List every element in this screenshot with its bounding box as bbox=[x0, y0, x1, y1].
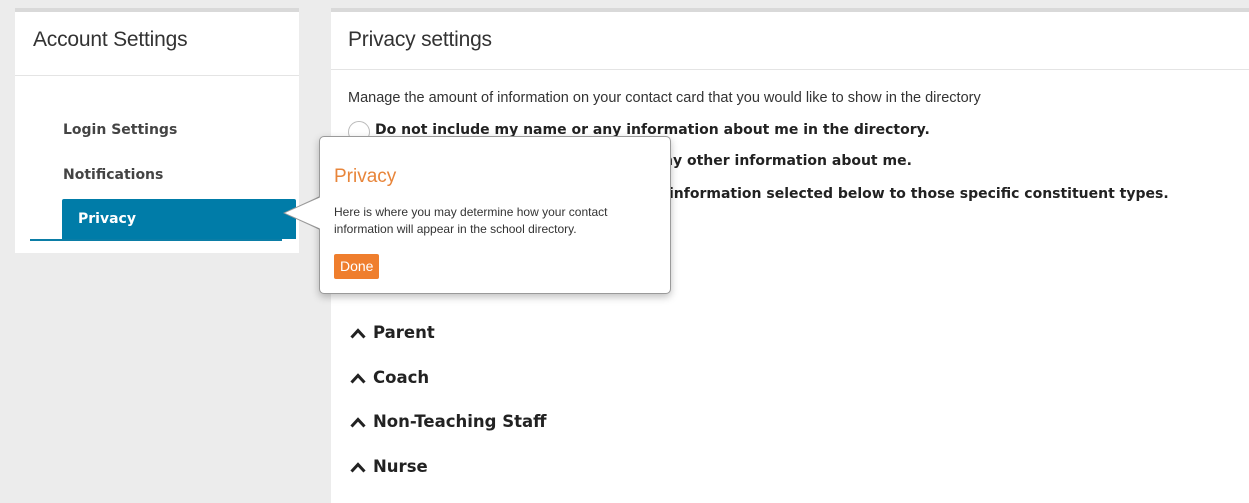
account-settings-sidebar: Account Settings Login Settings Notifica… bbox=[15, 8, 299, 253]
section-toggle-coach[interactable]: Coach bbox=[350, 368, 429, 387]
done-button[interactable]: Done bbox=[334, 254, 380, 279]
sidebar-item-login-settings[interactable]: Login Settings bbox=[63, 122, 177, 138]
chevron-up-icon bbox=[350, 416, 366, 428]
chevron-up-icon bbox=[350, 461, 366, 473]
section-label-non-teaching-staff: Non-Teaching Staff bbox=[373, 412, 547, 431]
chevron-up-icon bbox=[350, 327, 366, 339]
popover-body: Here is where you may determine how your… bbox=[334, 205, 608, 236]
privacy-tour-popover: Privacy Here is where you may determine … bbox=[319, 136, 671, 294]
section-label-coach: Coach bbox=[373, 368, 430, 387]
section-label-nurse: Nurse bbox=[373, 457, 428, 476]
section-toggle-parent[interactable]: Parent bbox=[350, 323, 435, 342]
section-toggle-non-teaching-staff[interactable]: Non-Teaching Staff bbox=[350, 412, 546, 431]
popover-title: Privacy bbox=[334, 166, 397, 187]
privacy-description: Manage the amount of information on your… bbox=[348, 90, 981, 106]
popover-arrow bbox=[285, 197, 321, 229]
sidebar-item-privacy-row: Privacy bbox=[30, 199, 296, 241]
sidebar-title: Account Settings bbox=[15, 12, 299, 76]
sidebar-item-privacy[interactable]: Privacy bbox=[62, 199, 296, 239]
section-toggle-nurse[interactable]: Nurse bbox=[350, 457, 428, 476]
sidebar-item-notifications[interactable]: Notifications bbox=[63, 167, 163, 183]
privacy-option-selected-label: information selected below to those spec… bbox=[669, 186, 1169, 202]
chevron-up-icon bbox=[350, 372, 366, 384]
privacy-option-name-only-label: ny other information about me. bbox=[663, 153, 912, 169]
page-title: Privacy settings bbox=[331, 12, 1249, 70]
section-label-parent: Parent bbox=[373, 323, 435, 342]
